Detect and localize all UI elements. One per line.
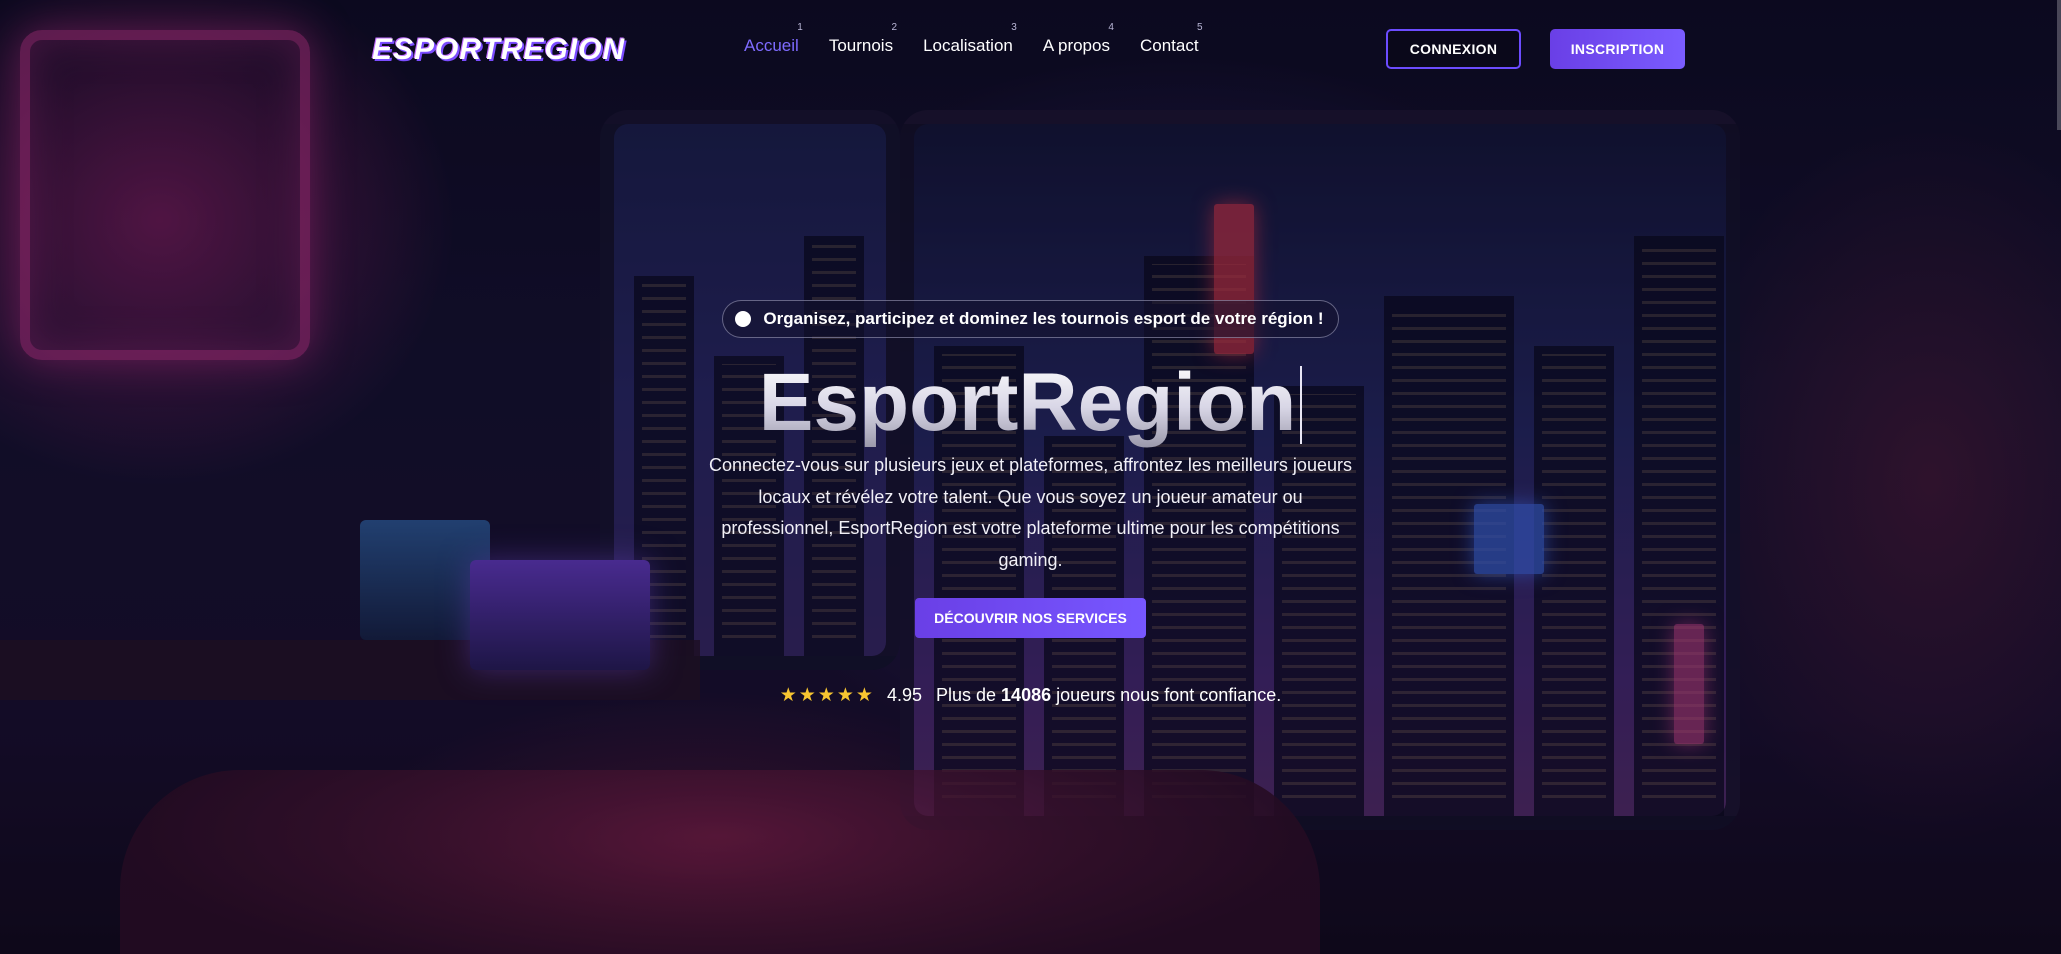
star-icon: ★ xyxy=(855,685,873,706)
rating-summary: ★ ★ ★ ★ ★ 4.95 Plus de 14086 joueurs nou… xyxy=(780,684,1282,707)
nav-item-contact[interactable]: 5 Contact xyxy=(1139,22,1203,56)
typing-caret xyxy=(1300,366,1303,444)
nav-item-number: 1 xyxy=(797,22,803,33)
nav-item-tournois[interactable]: 2 Tournois xyxy=(828,22,897,56)
nav-item-number: 3 xyxy=(1011,22,1017,33)
circle-dot-icon xyxy=(735,311,752,327)
rating-text: Plus de 14086 joueurs nous font confianc… xyxy=(936,685,1281,706)
login-button[interactable]: CONNEXION xyxy=(1386,29,1521,69)
nav-item-label: Tournois xyxy=(828,36,894,55)
nav-item-label: Contact xyxy=(1139,36,1199,55)
star-icon: ★ xyxy=(836,685,854,706)
nav-item-number: 5 xyxy=(1197,22,1203,33)
star-icon: ★ xyxy=(817,685,835,706)
nav-item-localisation[interactable]: 3 Localisation xyxy=(923,22,1017,56)
nav-item-label: Localisation xyxy=(923,36,1013,55)
hero-title: EsportRegion xyxy=(759,358,1303,448)
hero-section: Organisez, participez et dominez les tou… xyxy=(0,300,2061,707)
rating-stars: ★ ★ ★ ★ ★ xyxy=(780,684,873,707)
main-nav: 1 Accueil 2 Tournois 3 Localisation 4 A … xyxy=(744,22,1203,56)
hero-title-text: EsportRegion xyxy=(758,357,1297,448)
star-icon: ★ xyxy=(779,685,797,706)
hero-description: Connectez-vous sur plusieurs jeux et pla… xyxy=(709,455,1352,570)
signup-button[interactable]: INSCRIPTION xyxy=(1550,29,1685,69)
star-icon: ★ xyxy=(798,685,816,706)
rating-text-prefix: Plus de xyxy=(935,685,997,705)
nav-item-number: 4 xyxy=(1108,22,1114,33)
nav-item-number: 2 xyxy=(891,22,898,33)
nav-item-accueil[interactable]: 1 Accueil xyxy=(744,22,803,56)
nav-item-label: Accueil xyxy=(744,36,799,55)
player-count: 14086 xyxy=(1001,685,1052,705)
site-header: ESPORTREGION 1 Accueil 2 Tournois 3 Loca… xyxy=(0,0,2061,100)
site-logo[interactable]: ESPORTREGION xyxy=(372,33,625,67)
hero-badge: Organisez, participez et dominez les tou… xyxy=(722,300,1339,338)
rating-value: 4.95 xyxy=(886,685,922,705)
hero-badge-text: Organisez, participez et dominez les tou… xyxy=(763,309,1324,328)
discover-services-button[interactable]: DÉCOUVRIR NOS SERVICES xyxy=(915,598,1146,638)
rating-text-suffix: joueurs nous font confiance. xyxy=(1056,685,1282,705)
nav-item-label: A propos xyxy=(1042,36,1110,55)
nav-item-a-propos[interactable]: 4 A propos xyxy=(1042,22,1114,56)
page-scrollbar[interactable] xyxy=(2057,0,2061,130)
